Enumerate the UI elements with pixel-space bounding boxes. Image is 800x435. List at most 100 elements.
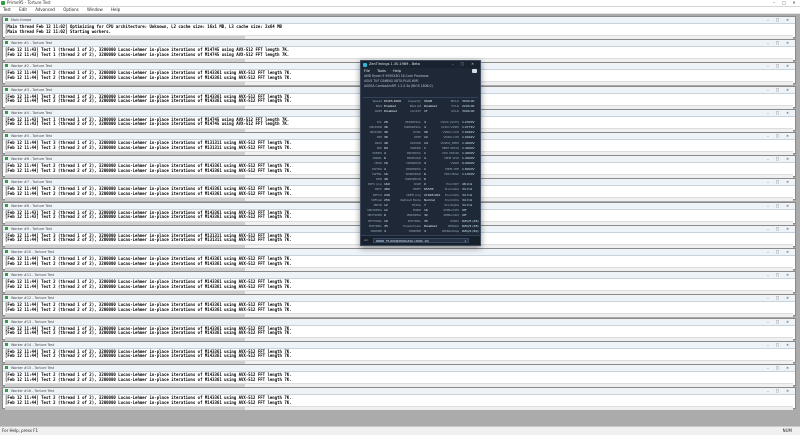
prime95-logo-icon (5, 319, 8, 323)
worker-title: Worker #7 - Torture Test (11, 180, 52, 185)
worker-title: Worker #14 - Torture Test (11, 342, 55, 347)
worker-window[interactable]: Worker #13 - Torture Test – □ ✕ [Feb 12 11… (2, 317, 796, 341)
worker-title: Worker #1 - Torture Test (11, 41, 52, 46)
worker-window-buttons[interactable]: – □ ✕ (767, 133, 792, 139)
prime95-logo-icon (1, 1, 5, 5)
zentimings-window[interactable]: ZenTimings 1.30.1989 - Beta – □ ✕ File T… (360, 60, 481, 246)
timing-label: tWRPRE (408, 229, 421, 233)
system-info: AMD Ryzen 9 9950X3D 16-Core Processor AS… (361, 74, 480, 97)
worker-window[interactable]: Worker #14 - Torture Test – □ ✕ [Feb 12 11… (2, 340, 796, 364)
bios-version: AGESA ComboAm5PI 1.2.0.3a (BIOS 1808.0) (364, 84, 433, 88)
prime95-logo-icon (5, 389, 8, 393)
prime95-logo-icon (5, 203, 8, 207)
menu-advanced[interactable]: Advanced (35, 7, 55, 13)
worker-title: Worker #4 - Torture Test (11, 110, 52, 115)
zentimings-logo-icon (363, 62, 367, 67)
zentimings-window-buttons[interactable]: – □ ✕ (452, 61, 477, 68)
worker-window-buttons[interactable]: – □ ✕ (767, 249, 792, 255)
log-line: [Feb 12 11:44] Test 2 (thread 2 of 2), 3… (5, 353, 292, 359)
worker-log: [Feb 12 11:44] Test 2 (thread 1 of 2), 3… (3, 372, 795, 387)
prime95-logo-icon (5, 87, 8, 91)
worker-title-bar[interactable]: Worker #1 - Torture Test – □ ✕ (3, 40, 795, 48)
worker-window[interactable]: Worker #10 - Torture Test – □ ✕ [Feb 12 11… (2, 248, 796, 271)
worker-title-bar[interactable]: Worker #12 - Torture Test – □ ✕ (3, 295, 795, 303)
log-line: [Feb 12 11:44] Test 2 (thread 2 of 2), 3… (5, 260, 292, 266)
worker-window-buttons[interactable]: – □ ✕ (767, 388, 792, 394)
worker-window[interactable]: Worker #12 - Torture Test – □ ✕ [Feb 12 11… (2, 294, 796, 318)
menu-options[interactable]: Options (63, 7, 78, 13)
worker-window-buttons[interactable]: – □ ✕ (767, 87, 792, 93)
screenshot-camera-icon[interactable] (472, 69, 477, 73)
worker-title-bar[interactable]: Worker #11 - Torture Test – □ ✕ (3, 272, 795, 280)
log-line: [Feb 12 11:44] Test 3 (thread 2 of 2), 3… (5, 144, 292, 150)
prime95-logo-icon (5, 18, 8, 21)
menu-edit[interactable]: Edit (19, 7, 27, 13)
memory-chip-icon (376, 239, 384, 242)
worker-window-buttons[interactable]: – □ ✕ (767, 295, 792, 301)
worker-window-buttons[interactable]: – □ ✕ (767, 179, 792, 185)
worker-title: Main thread (11, 18, 32, 22)
worker-window-buttons[interactable]: – □ ✕ (767, 319, 792, 325)
timing-value: 4 (424, 229, 426, 233)
menu-test[interactable]: Test (3, 7, 11, 13)
worker-title-bar[interactable]: Main thread – □ ✕ (3, 17, 795, 24)
app-title-bar: Prime95 - Torture Test – □ ✕ (0, 0, 800, 7)
timing-label: tRDPRE (370, 229, 382, 233)
menu-window[interactable]: Window (87, 7, 103, 13)
zentimings-menu-file[interactable]: File (364, 68, 370, 74)
worker-window-buttons[interactable]: – □ ✕ (767, 365, 792, 371)
worker-window[interactable]: Worker #15 - Torture Test – □ ✕ [Feb 12 11… (2, 364, 796, 387)
prime95-logo-icon (5, 110, 8, 114)
log-line: [Feb 12 11:44] Test 2 (thread 2 of 2), 3… (5, 376, 292, 382)
worker-title: Worker #10 - Torture Test (11, 250, 55, 254)
menu-bar: Test Edit Advanced Options Window Help (0, 7, 800, 14)
app-title: Prime95 - Torture Test (7, 0, 51, 5)
timings-grid: Speed DDR5-6000 Capacity 96GB MCLK 3000.00 BGS… (361, 98, 480, 238)
scrollbar-thumb[interactable] (5, 407, 245, 411)
zentimings-title-bar[interactable]: ZenTimings 1.30.1989 - Beta – □ ✕ (361, 61, 480, 68)
worker-window-buttons[interactable]: – □ ✕ (767, 17, 792, 23)
maximize-button[interactable]: □ (779, 0, 789, 6)
worker-window-buttons[interactable]: – □ ✕ (767, 272, 792, 278)
log-line: [Feb 12 11:44] Test 2 (thread 2 of 2), 3… (5, 399, 292, 405)
worker-log: [Feb 12 11:44] Test 2 (thread 1 of 2), 3… (3, 326, 795, 341)
worker-window[interactable]: Worker #1 - Torture Test – □ ✕ [Feb 12 11:… (2, 39, 796, 63)
prime95-logo-icon (5, 250, 8, 253)
worker-window[interactable]: Main thread – □ ✕ [Main thread Feb 12 11:0… (2, 16, 796, 39)
menu-help[interactable]: Help (111, 7, 120, 13)
minimize-button[interactable]: – (769, 0, 779, 6)
worker-title-bar[interactable]: Worker #10 - Torture Test – □ ✕ (3, 249, 795, 256)
worker-title-bar[interactable]: Worker #15 - Torture Test – □ ✕ (3, 365, 795, 372)
prime95-logo-icon (5, 64, 8, 68)
zentimings-menu-bar: File Tools Help (361, 68, 480, 74)
zentimings-menu-tools[interactable]: Tools (377, 68, 386, 74)
worker-title: Worker #13 - Torture Test (11, 319, 55, 324)
worker-title-bar[interactable]: Worker #16 - Torture Test – □ ✕ (3, 388, 795, 396)
zentimings-title: ZenTimings 1.30.1989 - Beta (369, 62, 420, 66)
module-slot-label: A1 (364, 238, 368, 242)
worker-window-buttons[interactable]: – □ ✕ (767, 226, 792, 232)
worker-window-buttons[interactable]: – □ ✕ (767, 40, 792, 46)
worker-title-bar[interactable]: Worker #14 - Torture Test – □ ✕ (3, 341, 795, 349)
zentimings-menu-help[interactable]: Help (393, 68, 401, 74)
worker-title: Worker #5 - Torture Test (11, 134, 52, 138)
log-line: [Feb 12 11:43] Test 2 (thread 2 of 2), 3… (5, 214, 292, 220)
timing-row: tRDPRE 4 tWRPRE 4 RttParkDqs RZQ/4 (60) (361, 229, 482, 234)
worker-window-buttons[interactable]: – □ ✕ (767, 203, 792, 209)
worker-title: Worker #16 - Torture Test (11, 389, 55, 394)
log-line: [Feb 12 11:43] Test 1 (thread 2 of 2), 3… (5, 51, 290, 57)
worker-title-bar[interactable]: Worker #13 - Torture Test – □ ✕ (3, 318, 795, 326)
worker-window-buttons[interactable]: – □ ✕ (767, 342, 792, 348)
horizontal-scrollbar[interactable] (5, 406, 793, 411)
worker-window[interactable]: Worker #16 - Torture Test – □ ✕ [Feb 12 11… (2, 387, 796, 411)
close-button[interactable]: ✕ (789, 0, 799, 6)
worker-log: [Main thread Feb 12 11:02] Optimizing fo… (3, 24, 795, 39)
worker-window-buttons[interactable]: – □ ✕ (767, 110, 792, 116)
prime95-logo-icon (5, 134, 8, 137)
log-line: [Feb 12 11:43] Test 1 (thread 2 of 2), 3… (5, 121, 290, 127)
worker-window-buttons[interactable]: – □ ✕ (767, 63, 792, 69)
worker-window-buttons[interactable]: – □ ✕ (767, 156, 792, 162)
worker-window[interactable]: Worker #11 - Torture Test – □ ✕ [Feb 12 11… (2, 271, 796, 295)
worker-title: Worker #11 - Torture Test (11, 273, 55, 278)
memory-module-select[interactable]: F5-6000J2840G32G (2600, 19) ▾ (373, 238, 469, 243)
